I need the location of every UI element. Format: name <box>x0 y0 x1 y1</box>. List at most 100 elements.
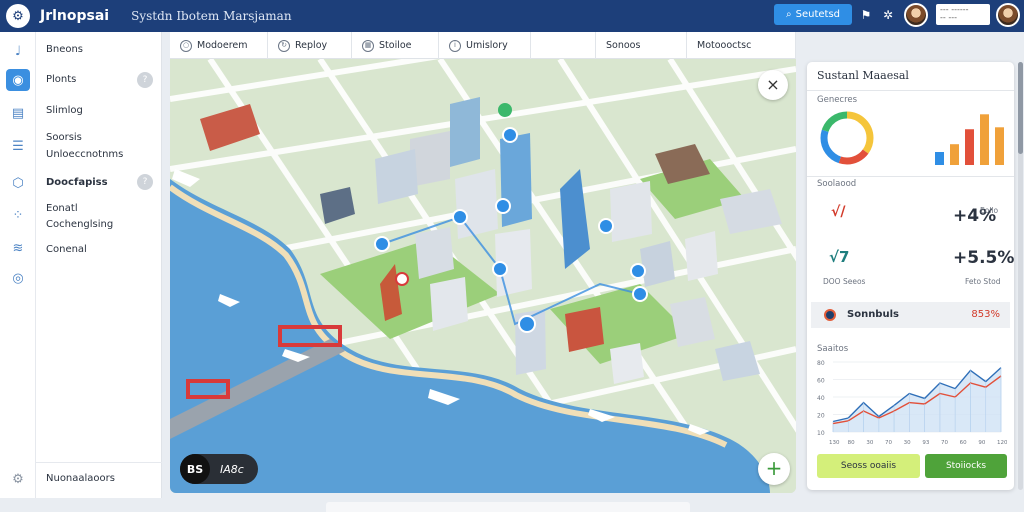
sidebar-item-7[interactable]: Eonatl <box>46 202 78 215</box>
x-tick-label: 30 <box>866 440 873 446</box>
panel-scrollbar[interactable] <box>1018 62 1023 490</box>
x-tick-label: 70 <box>941 440 948 446</box>
y-tick-label: 40 <box>817 395 825 402</box>
map-toolbar: ○ Modoerem ↻ Reploy ▦ Stoiloe i Umislory Son… <box>170 32 796 59</box>
cube-icon[interactable]: ⬡ <box>6 172 30 194</box>
tab-3[interactable]: ▦ Stoiloe <box>352 32 439 59</box>
x-tick-label: 93 <box>922 440 929 446</box>
bar <box>965 129 974 165</box>
trend-area-chart: 80 60 40 20 10 130 80 30 70 30 93 70 60 90 120 <box>817 360 1007 446</box>
sidebar-item-6-badge: ? <box>137 174 153 190</box>
panel-divider <box>807 90 1014 91</box>
tab-4[interactable]: i Umislory <box>439 32 531 59</box>
gear-icon[interactable]: ✲ <box>880 7 896 23</box>
tab-6[interactable]: Motoooctsc <box>687 32 796 59</box>
search-button-label: Seutetsd <box>795 9 840 20</box>
layers-icon[interactable]: ≋ <box>6 237 30 259</box>
map-mode-toggle[interactable]: BS IA8c <box>180 454 258 484</box>
flag-icon[interactable]: ⚑ <box>858 7 874 23</box>
sidebar-item-6[interactable]: Doocfapiss <box>46 176 108 189</box>
scrollbar-thumb[interactable] <box>1018 62 1023 154</box>
add-button[interactable]: + <box>758 453 790 485</box>
map-illustration <box>170 59 796 493</box>
section-1-title: Genecres <box>817 95 858 105</box>
tab-3-label: Stoiloe <box>379 40 412 51</box>
list-icon[interactable]: ☰ <box>6 135 30 157</box>
section-2-title: Soolaood <box>817 179 857 189</box>
bar-chart <box>935 114 1004 165</box>
document-icon[interactable]: ▤ <box>6 102 30 124</box>
summary-row-value: 853% <box>971 309 1000 320</box>
tab-5-label: Sonoos <box>606 40 641 51</box>
tab-2[interactable]: ↻ Reploy <box>268 32 352 59</box>
sidebar-item-9[interactable]: Conenal <box>46 243 87 256</box>
tab-1-label: Modoerem <box>197 40 248 51</box>
avatar[interactable] <box>904 3 928 27</box>
search-icon: ⌕ <box>786 9 792 20</box>
panel-title: Sustanl Maaesal <box>817 69 909 82</box>
x-tick-label: 30 <box>904 440 911 446</box>
city-map[interactable]: × + BS IA8c <box>170 59 796 493</box>
tab-5[interactable]: Sonoos <box>595 32 687 59</box>
status-icon <box>824 309 836 321</box>
app-subtitle: Systdn Ibotem Marsjaman <box>131 9 292 23</box>
tab-6-label: Motoooctsc <box>697 40 752 51</box>
tab-2-label: Reploy <box>295 40 328 51</box>
bar <box>995 127 1004 165</box>
dots-icon[interactable]: ⁘ <box>6 204 30 226</box>
sidebar-item-2-badge: ? <box>137 72 153 88</box>
header-field[interactable]: --- ------ -- --- <box>936 4 990 25</box>
map-pin-icon[interactable]: ◉ <box>6 69 30 91</box>
circle-icon: ○ <box>180 39 192 52</box>
primary-action-button[interactable]: Seoss ooaiis <box>817 454 920 478</box>
summary-row[interactable]: Sonnbuls 853% <box>811 302 1010 328</box>
x-tick-label: 70 <box>885 440 892 446</box>
x-tick-label: 90 <box>978 440 985 446</box>
sidebar-item-8[interactable]: Cochenglsing <box>46 218 113 231</box>
tab-4-label: Umislory <box>466 40 508 51</box>
search-button[interactable]: ⌕ Seutetsd <box>774 4 852 25</box>
y-tick-label: 10 <box>817 430 825 437</box>
tab-1[interactable]: ○ Modoerem <box>170 32 268 59</box>
secondary-action-button[interactable]: Stoiiocks <box>925 454 1007 478</box>
sidebar: ♩ ◉ ▤ ☰ ⬡ ⁘ ≋ ◎ ⚙ Bneons Plonts ? Slimlo… <box>0 32 162 498</box>
sidebar-footer-label[interactable]: Nuonaalaoors <box>46 472 115 485</box>
chart-icon[interactable]: ♩ <box>6 40 30 62</box>
sidebar-item-2[interactable]: Plonts <box>46 73 76 86</box>
x-tick-label: 60 <box>960 440 967 446</box>
stat-2-value: +5.5% <box>953 248 1015 268</box>
stat-1-icon: √/ <box>831 204 846 220</box>
sidebar-divider <box>36 462 162 463</box>
sidebar-item-5[interactable]: Unloeccnotnms <box>46 148 123 161</box>
globe-icon[interactable]: ◎ <box>6 267 30 289</box>
y-tick-label: 60 <box>817 378 825 385</box>
sidebar-item-4[interactable]: Soorsis <box>46 131 82 144</box>
stat-1-label: Eollo <box>980 206 999 215</box>
refresh-icon: ↻ <box>278 39 290 52</box>
settings-icon[interactable]: ⚙ <box>6 468 30 490</box>
summary-row-label: Sonnbuls <box>847 309 899 320</box>
brand-name: Jrlnopsai <box>40 8 110 24</box>
user-avatar[interactable] <box>996 3 1020 27</box>
x-tick-label: 130 <box>829 440 840 446</box>
bar <box>950 144 959 165</box>
panel-divider <box>807 176 1014 177</box>
y-tick-label: 20 <box>817 413 825 420</box>
x-tick-label: 120 <box>997 440 1007 446</box>
close-icon[interactable]: × <box>758 70 788 100</box>
area-fill <box>833 367 1001 432</box>
bar <box>980 114 989 165</box>
bottom-strip <box>326 502 690 512</box>
sidebar-item-3[interactable]: Slimlog <box>46 104 83 117</box>
app-logo[interactable]: ⚙ <box>6 4 30 28</box>
info-icon: i <box>449 39 461 52</box>
system-panel: Sustanl Maaesal Genecres Soolaood √/ +4%… <box>807 62 1014 490</box>
stat-2-icon: √7 <box>829 248 850 266</box>
bar <box>935 152 944 165</box>
section-3-title: Saaitos <box>817 344 849 354</box>
sidebar-item-1[interactable]: Bneons <box>46 43 83 56</box>
map-mode-a[interactable]: BS <box>180 454 210 484</box>
map-mode-b[interactable]: IA8c <box>220 463 244 476</box>
stat-2-label: Feto Stod <box>965 277 1001 286</box>
y-tick-label: 80 <box>817 360 825 367</box>
